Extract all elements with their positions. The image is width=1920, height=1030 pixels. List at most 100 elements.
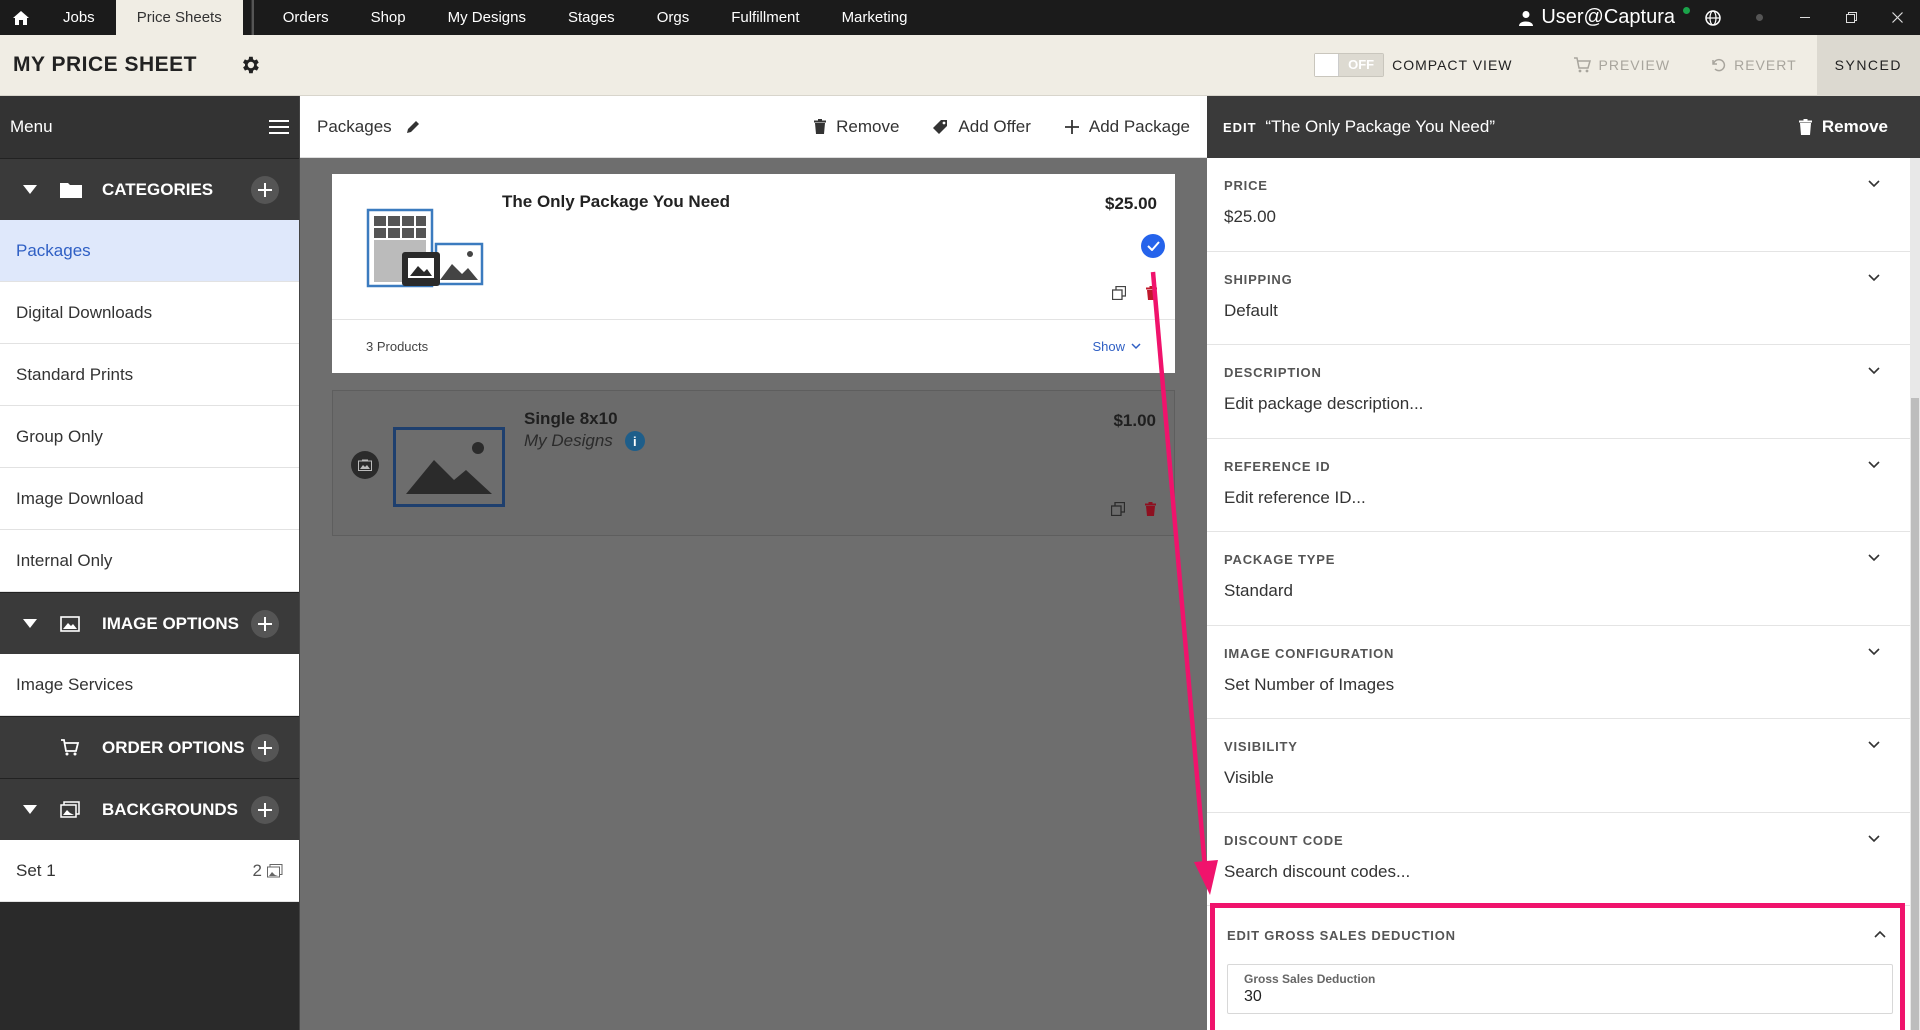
- product-count: 3 Products: [366, 339, 429, 354]
- package-subtitle: My Designs i: [524, 431, 645, 451]
- compact-view-toggle[interactable]: OFF: [1314, 53, 1385, 77]
- tab-marketing[interactable]: Marketing: [821, 0, 929, 35]
- remove-package-button[interactable]: Remove: [797, 117, 916, 137]
- tab-fulfillment[interactable]: Fulfillment: [710, 0, 820, 35]
- minimize-icon: [1800, 17, 1810, 18]
- compact-view-label: COMPACT VIEW: [1392, 57, 1513, 73]
- add-offer-button[interactable]: Add Offer: [916, 117, 1047, 137]
- field-value: Set Number of Images: [1224, 674, 1395, 694]
- selected-check[interactable]: [1141, 234, 1165, 258]
- remove-label: Remove: [836, 116, 900, 136]
- chevron-down-icon: [1868, 273, 1880, 281]
- pencil-icon[interactable]: [406, 119, 421, 134]
- panel-remove-button[interactable]: Remove: [1798, 117, 1904, 137]
- plus-icon: [258, 802, 272, 817]
- sidebar-item-image-services[interactable]: Image Services: [0, 654, 299, 716]
- tab-orders[interactable]: Orders: [262, 0, 350, 35]
- close-icon: [1891, 12, 1903, 23]
- user-menu[interactable]: User@Captura: [1519, 6, 1695, 29]
- info-icon[interactable]: i: [624, 431, 645, 451]
- chevron-down-icon: [1868, 647, 1880, 655]
- top-nav: Jobs Price Sheets Orders Shop My Designs…: [0, 0, 1920, 35]
- trash-icon[interactable]: [1145, 502, 1156, 516]
- page-header: MY PRICE SHEET OFF COMPACT VIEW PREVIEW …: [0, 34, 1920, 96]
- field-reference-id[interactable]: REFERENCE ID Edit reference ID...: [1207, 439, 1910, 532]
- tab-shop[interactable]: Shop: [350, 0, 427, 35]
- add-image-option-button[interactable]: [251, 609, 279, 638]
- field-gross-sales-deduction[interactable]: EDIT GROSS SALES DEDUCTION Gross Sales D…: [1210, 903, 1905, 1030]
- add-order-option-button[interactable]: [251, 733, 279, 762]
- field-value: $25.00: [1224, 207, 1276, 226]
- field-label: PACKAGE TYPE: [1224, 552, 1336, 567]
- plus-icon: [258, 740, 272, 755]
- preview-button[interactable]: PREVIEW: [1553, 57, 1691, 73]
- trash-icon: [814, 119, 827, 134]
- home-button[interactable]: [0, 0, 42, 35]
- package-thumbnail: [366, 208, 484, 295]
- field-description[interactable]: DESCRIPTION Edit package description...: [1207, 345, 1910, 439]
- field-shipping[interactable]: SHIPPING Default: [1207, 252, 1910, 345]
- section-image-options[interactable]: IMAGE OPTIONS: [0, 592, 299, 654]
- sidebar-item-digital-downloads[interactable]: Digital Downloads: [0, 282, 299, 344]
- minimize-button[interactable]: [1782, 0, 1828, 35]
- cart-icon: [61, 739, 80, 756]
- field-price[interactable]: PRICE $25.00: [1207, 158, 1910, 252]
- field-image-configuration[interactable]: IMAGE CONFIGURATION Set Number of Images: [1207, 626, 1910, 719]
- package-card-selected[interactable]: The Only Package You Need $25.00 3 Produ…: [332, 174, 1175, 373]
- caret-down-icon: [23, 185, 37, 194]
- add-background-button[interactable]: [251, 795, 279, 824]
- tab-stages[interactable]: Stages: [547, 0, 636, 35]
- field-value: Search discount codes...: [1224, 861, 1411, 881]
- tab-jobs[interactable]: Jobs: [42, 0, 116, 35]
- field-discount-code[interactable]: DISCOUNT CODE Search discount codes...: [1207, 813, 1910, 906]
- cart-icon: [1573, 57, 1591, 73]
- sidebar-item-packages[interactable]: Packages: [0, 220, 299, 282]
- copy-icon[interactable]: [1112, 286, 1126, 300]
- camera-icon: [358, 459, 372, 471]
- field-label: DESCRIPTION: [1224, 365, 1322, 380]
- scrollbar-thumb[interactable]: [1911, 398, 1919, 1030]
- section-categories[interactable]: CATEGORIES: [0, 158, 299, 220]
- restore-button[interactable]: [1828, 0, 1874, 35]
- chevron-down-icon: [1131, 343, 1141, 350]
- globe-button[interactable]: [1690, 0, 1736, 35]
- panel-remove-label: Remove: [1821, 117, 1888, 136]
- trash-icon[interactable]: [1146, 286, 1157, 300]
- copy-icon[interactable]: [1111, 502, 1125, 516]
- close-button[interactable]: [1874, 0, 1920, 35]
- undo-icon: [1712, 58, 1726, 72]
- hamburger-icon[interactable]: [269, 119, 289, 135]
- camera-badge: [351, 451, 379, 479]
- package-footer: 3 Products Show: [332, 319, 1175, 373]
- revert-button[interactable]: REVERT: [1690, 57, 1817, 73]
- show-products-button[interactable]: Show: [1092, 339, 1141, 354]
- sidebar-item-group-only[interactable]: Group Only: [0, 406, 299, 468]
- online-status-dot: [1683, 7, 1690, 14]
- sidebar-item-image-download[interactable]: Image Download: [0, 468, 299, 530]
- section-order-options[interactable]: ORDER OPTIONS: [0, 716, 299, 778]
- package-card[interactable]: Single 8x10 My Designs i $1.00: [332, 390, 1175, 536]
- user-icon: [1519, 10, 1534, 26]
- sidebar-item-set-1[interactable]: Set 1 2: [0, 840, 299, 902]
- section-title: IMAGE OPTIONS: [102, 613, 239, 633]
- tab-price-sheets[interactable]: Price Sheets: [115, 0, 243, 35]
- section-backgrounds[interactable]: BACKGROUNDS: [0, 778, 299, 840]
- field-package-type[interactable]: PACKAGE TYPE Standard: [1207, 532, 1910, 626]
- packages-toolbar: Packages Remove Add Offer Add Package: [300, 96, 1207, 158]
- chevron-up-icon[interactable]: [1874, 930, 1886, 938]
- field-visibility[interactable]: VISIBILITY Visible: [1207, 719, 1910, 813]
- panel-scrollbar[interactable]: [1910, 158, 1920, 1030]
- tab-orgs[interactable]: Orgs: [636, 0, 711, 35]
- background-count: 2: [252, 860, 262, 880]
- tab-my-designs[interactable]: My Designs: [427, 0, 547, 35]
- section-title: BACKGROUNDS: [102, 799, 238, 819]
- gear-icon[interactable]: [239, 54, 261, 76]
- sidebar-item-standard-prints[interactable]: Standard Prints: [0, 344, 299, 406]
- gross-sales-deduction-input[interactable]: Gross Sales Deduction 30: [1227, 964, 1893, 1014]
- add-category-button[interactable]: [251, 175, 279, 204]
- field-label: IMAGE CONFIGURATION: [1224, 645, 1395, 661]
- plus-icon: [258, 182, 272, 197]
- add-package-button[interactable]: Add Package: [1048, 117, 1207, 137]
- sidebar-item-internal-only[interactable]: Internal Only: [0, 530, 299, 592]
- toggle-knob: [1315, 54, 1340, 76]
